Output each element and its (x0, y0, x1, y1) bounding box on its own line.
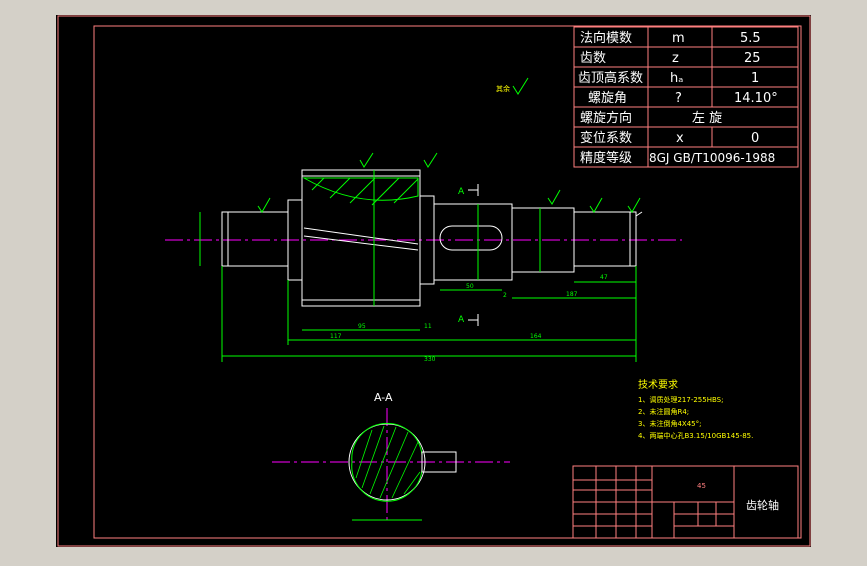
dim-50: 50 (466, 283, 474, 290)
param-value-addendum: 1 (751, 71, 759, 86)
param-symbol-helix-angle: ? (675, 91, 682, 106)
svg-text:2、未注圆角R4;: 2、未注圆角R4; (638, 407, 689, 416)
svg-text:3、未注倒角4X45°;: 3、未注倒角4X45°; (638, 419, 701, 428)
dim-47: 47 (600, 274, 608, 281)
param-label-shift: 变位系数 (580, 130, 632, 146)
drawing-svg: 法向模数 m 5.5 齿数 z 25 齿顶高系数 hₐ 1 螺旋角 ? 14.1… (56, 15, 811, 547)
param-value-teeth: 25 (744, 51, 761, 66)
param-value-accuracy: 8GJ GB/T10096-1988 (649, 151, 775, 165)
svg-text:1、调质处理217-255HBS;: 1、调质处理217-255HBS; (638, 395, 723, 404)
svg-text:4、两端中心孔B3.15/10GB145-85.: 4、两端中心孔B3.15/10GB145-85. (638, 431, 753, 440)
dim-11: 11 (424, 323, 432, 330)
param-symbol-teeth: z (672, 51, 679, 66)
param-symbol-addendum: hₐ (670, 71, 683, 86)
svg-text:其余: 其余 (496, 84, 510, 93)
param-value-helix-angle: 14.10° (734, 91, 778, 106)
dim-overall: 330 (424, 356, 436, 363)
title-part-name: 齿轮轴 (746, 498, 779, 512)
section-view-label: A-A (374, 391, 393, 404)
param-label-module: 法向模数 (580, 30, 632, 46)
param-label-helix-direction: 螺旋方向 (580, 110, 632, 126)
param-label-accuracy: 精度等级 (580, 150, 632, 166)
param-label-teeth: 齿数 (580, 51, 606, 66)
param-label-helix-angle: 螺旋角 (588, 91, 627, 106)
param-value-shift: 0 (751, 131, 759, 146)
param-value-helix-direction: 左 旋 (692, 111, 722, 126)
param-label-addendum: 齿顶高系数 (578, 70, 643, 86)
dim-164: 164 (530, 333, 542, 340)
dim-187: 187 (566, 291, 578, 298)
cad-viewport[interactable]: 法向模数 m 5.5 齿数 z 25 齿顶高系数 hₐ 1 螺旋角 ? 14.1… (0, 0, 867, 562)
param-value-module: 5.5 (740, 31, 761, 46)
title-material: 45 (697, 482, 706, 490)
svg-text:A: A (458, 187, 465, 197)
dim-117: 117 (330, 333, 342, 340)
param-symbol-shift: x (676, 131, 684, 146)
dim-95: 95 (358, 323, 366, 330)
svg-text:A: A (458, 315, 465, 325)
param-symbol-module: m (672, 31, 685, 46)
dim-2: 2 (503, 292, 507, 299)
svg-text:技术要求: 技术要求 (638, 378, 678, 391)
